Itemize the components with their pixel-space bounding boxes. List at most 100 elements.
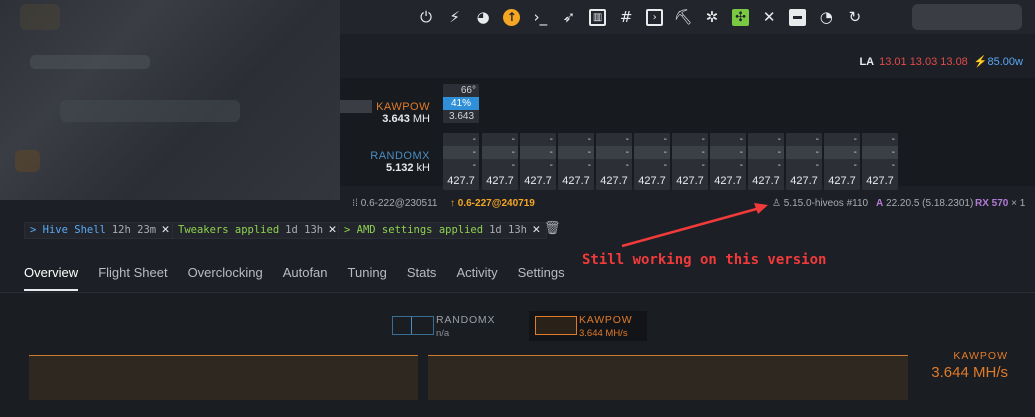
load-average: LA 13.01 13.03 13.08 ⚡85.00w [859,55,1023,68]
randomx-selector-name: RANDOMX [436,314,496,326]
tools-icon[interactable]: ✕ [757,6,781,28]
tab-overclocking[interactable]: Overclocking [188,265,263,291]
randomx-rate: 5.132 kH [385,162,430,174]
legend-value: 3.644 MH/s [931,364,1008,381]
gpu-hash: 3.643 [449,111,475,122]
card-dash: - [520,146,556,159]
hash-icon[interactable]: # [614,6,638,28]
gpu-card[interactable]: 66° 41% 3.643 [443,84,479,123]
card-dash: - [511,134,515,145]
tab-tuning[interactable]: Tuning [348,265,387,291]
tab-stats[interactable]: Stats [407,265,437,291]
kawpow-selector-name: KAWPOW [579,314,633,326]
card-value: 427.7 [486,175,514,187]
card-value: 427.7 [447,175,475,187]
card-dash: - [587,160,591,171]
tab-settings[interactable]: Settings [518,265,565,291]
upgrade-icon[interactable]: ↑ [500,6,524,28]
annotation-text: Still working on this version [582,252,827,268]
power-icon[interactable]: ⏻ [414,6,438,28]
card-dash: - [815,160,819,171]
card-dash: - [511,160,515,171]
kawpow-mini-chart [535,316,577,335]
hashrate-chart-left [29,355,418,400]
flash-icon[interactable]: ⚡ [443,6,467,28]
card-dash: - [596,146,632,159]
power-unit: w [1015,56,1023,68]
algo-selector-kawpow[interactable]: KAWPOW 3.644 MH/s [529,311,647,341]
gpu-model: RX 570 × 1 [975,198,1026,209]
card-dash: - [853,160,857,171]
card-dash: - [443,146,479,159]
card-value: 427.7 [714,175,742,187]
tab-overview[interactable]: Overview [24,265,79,291]
card-dash: - [672,146,708,159]
minus-square-icon[interactable] [786,6,810,28]
card-value: 427.7 [600,175,628,187]
cpu-thread-card[interactable]: - - -427.7 [862,133,898,190]
card-value: 427.7 [828,175,856,187]
console-icon[interactable]: › [643,6,667,28]
card-value: 427.7 [562,175,590,187]
card-value: 427.7 [790,175,818,187]
legend-name: KAWPOW [953,350,1008,362]
close-icon[interactable]: ✕ [161,224,170,236]
cpu-thread-card[interactable]: - - -427.7 [824,133,860,190]
cpu-thread-card[interactable]: - - -427.7 [558,133,594,190]
card-value: 427.7 [866,175,894,187]
algo-selector-randomx[interactable]: RANDOMX n/a [386,311,514,341]
cpu-thread-card[interactable]: - - -427.7 [482,133,518,190]
bug-icon[interactable]: ✲ [700,6,724,28]
tab-activity[interactable]: Activity [456,265,497,291]
card-dash: - [739,160,743,171]
globe-icon[interactable]: ◕ [471,6,495,28]
card-dash: - [701,160,705,171]
rocket-icon[interactable]: ➶ [557,6,581,28]
toolbar: ⏻ ⚡ ◕ ↑ ›_ ➶ ▥ # › ⛏ ✲ ✣ ✕ ◔ ↻ [414,6,872,28]
blurred-rig-info [0,0,340,200]
gpu-fan: 41% [443,97,479,110]
cpu-thread-card[interactable]: - - -427.7 [786,133,822,190]
tab-autofan[interactable]: Autofan [283,265,328,291]
close-icon[interactable]: ✕ [328,224,337,236]
card-dash: - [891,160,895,171]
card-dash: - [891,134,895,145]
cpu-thread-card[interactable]: - - -427.7 [710,133,746,190]
close-icon[interactable]: ✕ [532,224,541,236]
tag-tweakers[interactable]: Tweakers applied 1d 13h ✕ [172,222,343,239]
kawpow-rate: 3.643 MH [382,113,430,125]
card-dash: - [625,134,629,145]
gauge-icon[interactable]: ▥ [586,6,610,28]
tag-hive-shell[interactable]: > Hive Shell 12h 23m ✕ [24,222,176,239]
card-value: 427.7 [524,175,552,187]
trash-icon[interactable]: 🗑 [544,221,561,237]
terminal-icon[interactable]: ›_ [528,6,552,28]
tab-flight-sheet[interactable]: Flight Sheet [98,265,167,291]
kawpow-name: KAWPOW [376,101,430,113]
amd-driver-version: A 22.20.5 (5.18.2301) [876,198,974,209]
update-version[interactable]: ↑ 0.6-227@240719 [450,198,535,209]
chart-legend: KAWPOW 3.644 MH/s [931,350,1008,381]
fan-icon[interactable]: ✣ [729,6,753,28]
gpu-temp: 66° [460,85,476,96]
cpu-thread-card[interactable]: - - -427.7 [634,133,670,190]
card-dash: - [701,134,705,145]
tag-amd-settings[interactable]: > AMD settings applied 1d 13h ✕ [338,222,547,239]
cpu-thread-card[interactable]: - - -427.7 [748,133,784,190]
cpu-thread-card[interactable]: - - -427.7 [672,133,708,190]
cpu-thread-card[interactable]: - - -427.7 [443,133,479,190]
pickaxe-icon[interactable]: ⛏ [671,6,695,28]
card-value: 427.7 [752,175,780,187]
kawpow-selector-rate: 3.644 MH/s [579,328,628,339]
card-dash: - [853,134,857,145]
card-dash: - [862,146,898,159]
card-dash: - [663,134,667,145]
reload-icon[interactable]: ↻ [843,6,867,28]
cpu-thread-card[interactable]: - - -427.7 [520,133,556,190]
load-values: 13.01 13.03 13.08 [879,56,968,68]
cpu-thread-card[interactable]: - - -427.7 [596,133,632,190]
card-dash: - [815,134,819,145]
stopwatch-icon[interactable]: ◔ [814,6,838,28]
randomx-name: RANDOMX [370,150,430,162]
card-dash: - [777,134,781,145]
